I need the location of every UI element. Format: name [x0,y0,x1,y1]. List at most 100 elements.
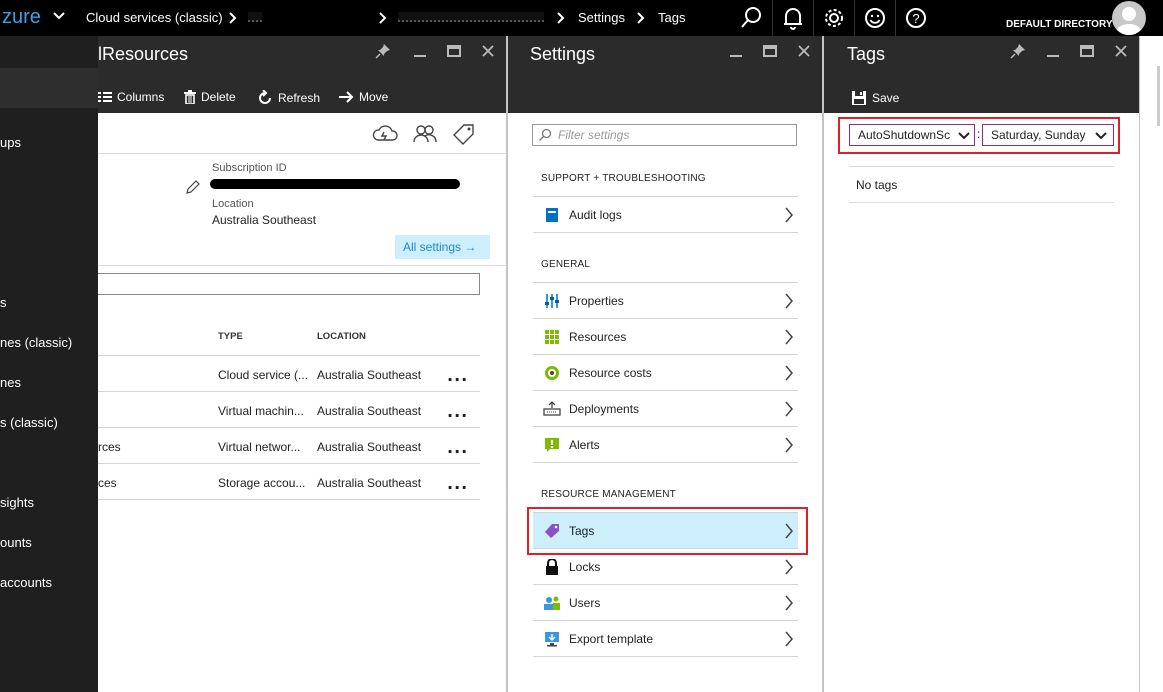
settings-item-locks[interactable]: Locks [533,549,798,585]
col-header-location[interactable]: LOCATION [317,331,366,342]
resources-blade: lResources Columns Delete Refresh Move S… [98,36,506,692]
settings-item-alerts[interactable]: Alerts [533,427,798,463]
nav-item-resource-groups[interactable]: ups [0,135,98,151]
section-heading-resource-management: RESOURCE MANAGEMENT [541,489,676,500]
refresh-button[interactable]: Refresh [257,90,320,106]
maximize-icon[interactable] [1078,42,1096,60]
breadcrumb-settings[interactable]: Settings [578,10,625,25]
more-icon[interactable]: ... [447,402,468,421]
directory-label[interactable]: DEFAULT DIRECTORY [1006,19,1112,30]
chevron-right-icon [784,400,794,422]
nav-item-virtual-machines-classic[interactable]: nes (classic) [0,335,98,351]
tags-blade-header: Tags Save [824,36,1139,113]
chevron-right-icon [556,8,566,32]
columns-button[interactable]: Columns [98,90,164,104]
smiley-icon[interactable] [854,0,894,36]
gear-icon[interactable] [813,0,853,36]
filter-input[interactable] [98,273,480,295]
chevron-right-icon [784,292,794,314]
nav-item-application-insights[interactable]: sights [0,495,98,511]
more-icon[interactable]: ... [447,438,468,457]
chevron-right-icon [784,436,794,458]
redacted-subscription-id [210,179,460,189]
row-type: Virtual networ... [218,440,301,454]
divider [98,499,480,500]
search-icon [539,128,552,141]
row-type: Virtual machin... [218,404,304,418]
help-icon[interactable]: ? [895,0,935,36]
nav-item-cloud-services-classic[interactable]: s (classic) [0,415,98,431]
cloud-icon[interactable] [371,124,399,147]
avatar[interactable] [1112,1,1146,35]
chevron-down-icon[interactable] [52,6,66,30]
divider [98,355,480,356]
minimize-icon[interactable] [727,42,745,60]
blade-scroll-area[interactable] [1139,36,1163,692]
more-icon[interactable]: ... [447,474,468,493]
row-location: Australia Southeast [317,404,422,418]
settings-item-resource-costs[interactable]: Resource costs [533,355,798,391]
settings-item-properties[interactable]: Properties [533,283,798,319]
all-settings-button[interactable]: All settings → [395,235,490,259]
columns-icon [98,92,112,102]
nav-item-storage-accounts[interactable]: ounts [0,535,98,551]
edit-icon[interactable] [185,179,201,198]
pin-icon[interactable] [374,42,392,60]
chevron-right-icon [784,328,794,350]
scrollbar[interactable] [1157,66,1160,126]
deployments-icon [543,400,561,416]
pin-icon[interactable] [1009,42,1027,60]
save-icon [852,91,866,105]
nav-item-all-resources[interactable]: s [0,295,98,311]
chevron-right-icon [378,8,388,32]
highlight-box [838,117,1120,154]
maximize-icon[interactable] [445,42,463,60]
filter-settings-input[interactable]: Filter settings [532,124,797,146]
resources-grid-icon [545,329,559,344]
breadcrumb-cloud-services[interactable]: Cloud services (classic) [86,10,223,25]
nav-item-virtual-machines[interactable]: nes [0,375,98,391]
no-tags-text: No tags [856,178,898,192]
azure-logo-text[interactable]: zure [2,6,41,29]
close-icon[interactable] [479,42,497,60]
maximize-icon[interactable] [761,42,779,60]
close-icon[interactable] [795,42,813,60]
trash-icon [184,90,196,104]
search-icon[interactable] [731,0,771,36]
nav-selected-row [0,68,98,108]
users-icon[interactable] [412,124,438,147]
col-header-type[interactable]: TYPE [218,331,243,342]
chevron-right-icon [784,594,794,616]
chevron-right-icon [636,8,646,32]
delete-button[interactable]: Delete [184,90,236,104]
close-icon[interactable] [1112,42,1130,60]
row-location: Australia Southeast [317,368,422,382]
chevron-right-icon [228,8,238,32]
audit-log-icon [546,207,558,222]
settings-item-resources[interactable]: Resources [533,319,798,355]
settings-item-audit-logs[interactable]: Audit logs [533,197,798,233]
settings-item-export-template[interactable]: Export template [533,621,798,657]
nav-item-batch-accounts[interactable]: accounts [0,575,98,591]
bell-icon[interactable] [772,0,812,36]
settings-item-users[interactable]: Users [533,585,798,621]
svg-text:?: ? [912,11,919,26]
minimize-icon[interactable] [411,42,429,60]
arrow-right-icon [339,91,354,103]
redacted-breadcrumb [248,12,262,22]
redacted-breadcrumb [398,12,544,22]
refresh-icon [259,90,271,104]
alert-icon [545,437,559,452]
divider [849,166,1114,167]
breadcrumb-tags[interactable]: Tags [658,10,685,25]
minimize-icon[interactable] [1044,42,1062,60]
row-name: rces [98,440,121,454]
more-icon[interactable]: ... [447,366,468,385]
settings-item-deployments[interactable]: Deployments [533,391,798,427]
tag-icon[interactable] [452,123,476,148]
move-button[interactable]: Move [338,90,388,104]
row-type: Storage accou... [218,476,306,490]
section-heading-general: GENERAL [541,259,591,270]
location-label: Location [212,198,254,210]
save-button[interactable]: Save [851,90,899,106]
